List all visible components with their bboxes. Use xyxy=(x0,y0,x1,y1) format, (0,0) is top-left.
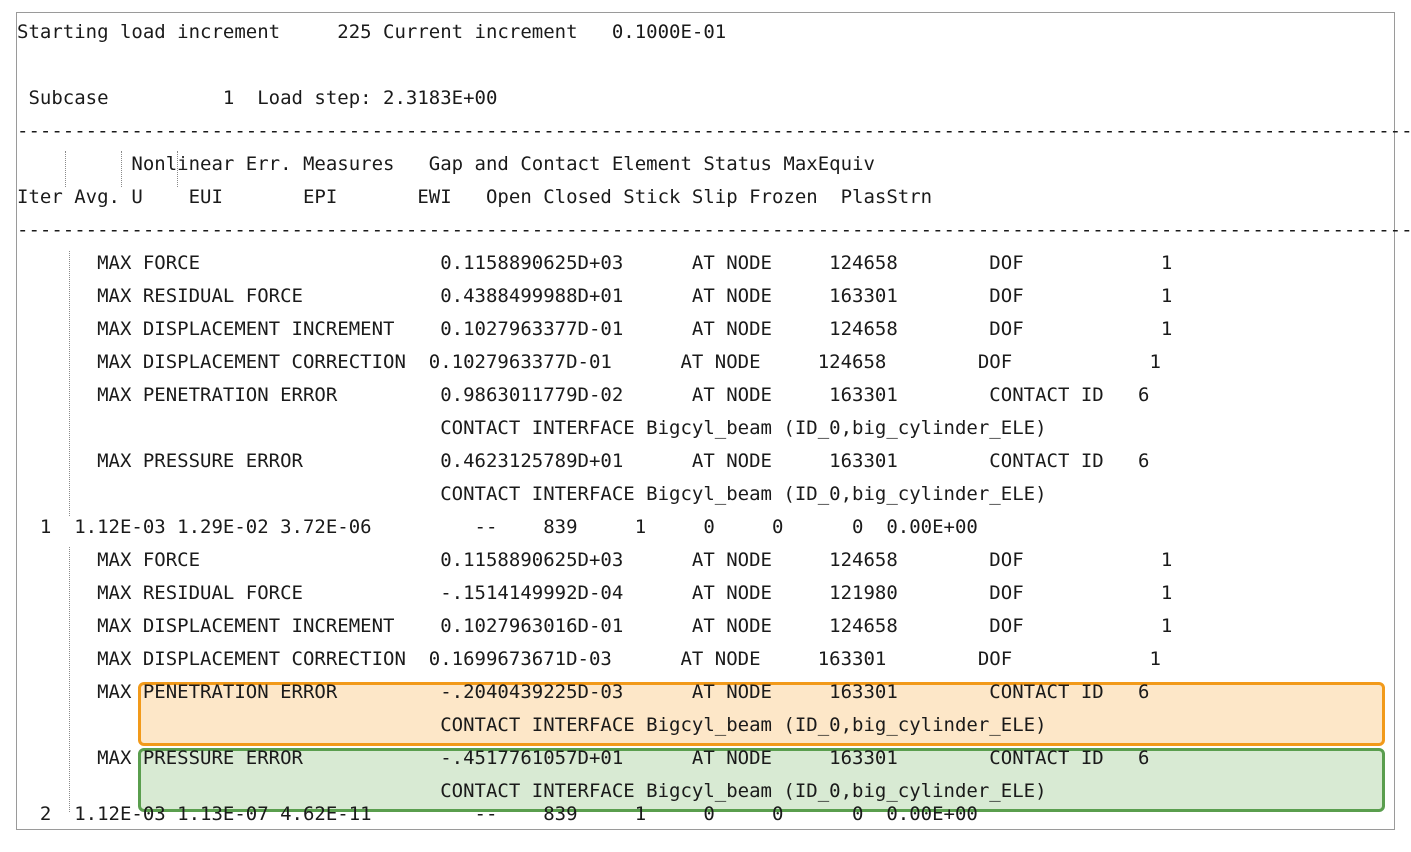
console-line: MAX DISPLACEMENT INCREMENT 0.1027963377D… xyxy=(17,318,1173,340)
console-line: CONTACT INTERFACE Bigcyl_beam (ID_0,big_… xyxy=(17,714,1047,736)
console-line: Iter Avg. U EUI EPI EWI Open Closed Stic… xyxy=(17,186,933,208)
console-line: ----------------------------------------… xyxy=(17,120,1411,142)
console-output-panel: Starting load increment 225 Current incr… xyxy=(16,12,1411,830)
console-line: ----------------------------------------… xyxy=(17,219,1411,241)
console-line: MAX RESIDUAL FORCE 0.4388499988D+01 AT N… xyxy=(17,285,1173,307)
console-line: Subcase 1 Load step: 2.3183E+00 xyxy=(17,87,498,109)
console-line: MAX PENETRATION ERROR 0.9863011779D-02 A… xyxy=(17,384,1150,406)
console-line: 2 1.12E-03 1.13E-07 4.62E-11 -- 839 1 0 … xyxy=(17,803,978,825)
console-line: MAX FORCE 0.1158890625D+03 AT NODE 12465… xyxy=(17,549,1173,571)
console-line: 1 1.12E-03 1.29E-02 3.72E-06 -- 839 1 0 … xyxy=(17,516,978,538)
console-line: MAX PENETRATION ERROR -.2040439225D-03 A… xyxy=(17,681,1150,703)
console-line: MAX RESIDUAL FORCE -.1514149992D-04 AT N… xyxy=(17,582,1173,604)
console-line: CONTACT INTERFACE Bigcyl_beam (ID_0,big_… xyxy=(17,417,1047,439)
console-line: MAX DISPLACEMENT INCREMENT 0.1027963016D… xyxy=(17,615,1173,637)
console-line: CONTACT INTERFACE Bigcyl_beam (ID_0,big_… xyxy=(17,780,1047,802)
console-line: MAX PRESSURE ERROR 0.4623125789D+01 AT N… xyxy=(17,450,1150,472)
console-line: MAX DISPLACEMENT CORRECTION 0.1699673671… xyxy=(17,648,1161,670)
console-line: Nonlinear Err. Measures Gap and Contact … xyxy=(17,153,875,175)
console-line: Starting load increment 225 Current incr… xyxy=(17,21,727,43)
console-line: MAX PRESSURE ERROR -.4517761057D+01 AT N… xyxy=(17,747,1150,769)
console-line: MAX DISPLACEMENT CORRECTION 0.1027963377… xyxy=(17,351,1161,373)
console-line: MAX FORCE 0.1158890625D+03 AT NODE 12465… xyxy=(17,252,1173,274)
console-line: CONTACT INTERFACE Bigcyl_beam (ID_0,big_… xyxy=(17,483,1047,505)
